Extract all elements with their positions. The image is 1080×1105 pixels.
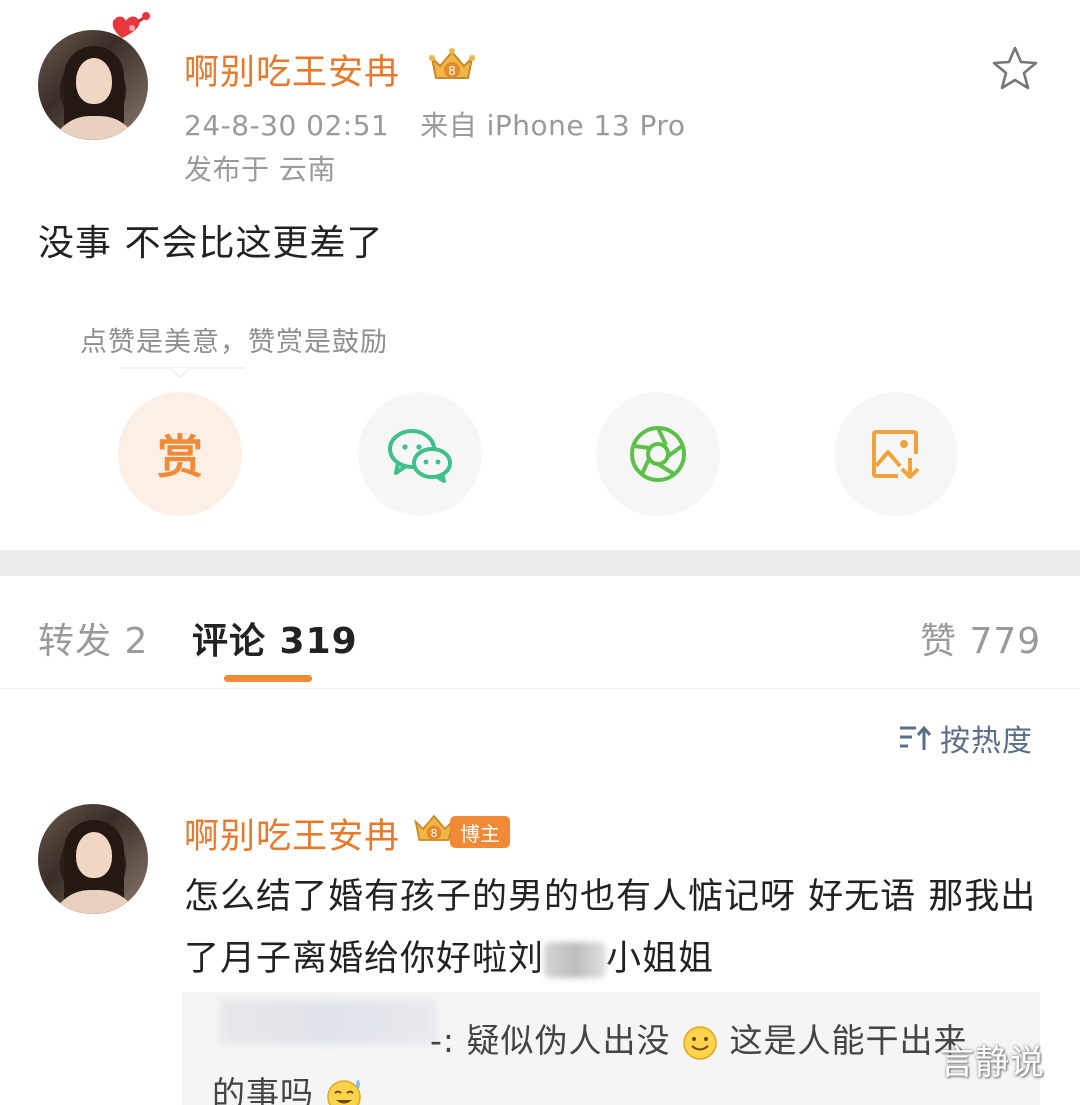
sweat-smile-emoji-icon xyxy=(326,1078,361,1105)
member-crown-icon: 8 xyxy=(429,48,475,79)
sort-dropdown[interactable]: 按热度 xyxy=(898,716,1033,760)
share-wechat-button[interactable] xyxy=(358,392,482,516)
reward-icon: 赏 xyxy=(157,430,203,484)
share-moments-button[interactable] xyxy=(596,392,720,516)
post-text: 没事 不会比这更差了 xyxy=(38,223,384,264)
reply-text-b: 这是人能干出来 xyxy=(729,1021,968,1060)
reply-text-c: 的事吗 xyxy=(212,1074,314,1105)
post-timestamp: 24-8-30 02:51 来自 iPhone 13 Pro xyxy=(184,104,685,144)
tab-comments[interactable]: 评论 319 xyxy=(192,612,358,664)
post-username[interactable]: 啊别吃王安冉 xyxy=(184,44,400,95)
tooltip-pointer xyxy=(120,367,244,378)
svg-text:8: 8 xyxy=(448,64,456,78)
redacted-username-blur xyxy=(220,1000,436,1044)
moments-icon xyxy=(630,426,686,482)
sort-label: 按热度 xyxy=(940,724,1033,759)
svg-text:8: 8 xyxy=(431,827,438,840)
timestamp-text: 24-8-30 02:51 xyxy=(184,109,390,142)
reply-text-a: -: 疑似伪人出没 xyxy=(430,1021,671,1060)
reply-line-1: -: 疑似伪人出没 这是人能干出来 xyxy=(430,1014,968,1062)
reward-button[interactable]: 赏 xyxy=(118,392,242,516)
wechat-icon xyxy=(388,429,452,483)
comment-text-part2: 小姐姐 xyxy=(606,939,715,979)
sort-icon xyxy=(900,725,932,750)
save-image-button[interactable] xyxy=(834,392,958,516)
heart-decoration-icon xyxy=(112,12,150,38)
section-divider xyxy=(0,550,1080,576)
tab-divider xyxy=(0,688,1080,689)
favorite-star-icon[interactable] xyxy=(990,44,1040,92)
watermark: 言静说 xyxy=(940,1043,1045,1083)
avatar[interactable] xyxy=(38,30,148,140)
tab-repost[interactable]: 转发 2 xyxy=(38,612,148,664)
smile-emoji-icon xyxy=(683,1025,717,1060)
save-image-icon xyxy=(872,430,920,479)
blogger-badge: 博主 xyxy=(450,816,510,848)
active-tab-indicator xyxy=(224,675,312,682)
reply-line-2: 的事吗 xyxy=(212,1067,366,1105)
reward-hint-tooltip: 点赞是美意，赞赏是鼓励 xyxy=(80,327,388,358)
post-location: 发布于 云南 xyxy=(184,153,336,186)
comment-avatar[interactable] xyxy=(38,804,148,914)
tab-likes[interactable]: 赞 779 xyxy=(920,612,1041,664)
comment-text: 怎么结了婚有孩子的男的也有人惦记呀 好无语 那我出了月子离婚给你好啦刘 小姐姐 xyxy=(184,866,1044,990)
device-text: 来自 iPhone 13 Pro xyxy=(420,109,686,142)
comment-username[interactable]: 啊别吃王安冉 xyxy=(184,808,400,859)
redacted-blur xyxy=(544,942,607,978)
